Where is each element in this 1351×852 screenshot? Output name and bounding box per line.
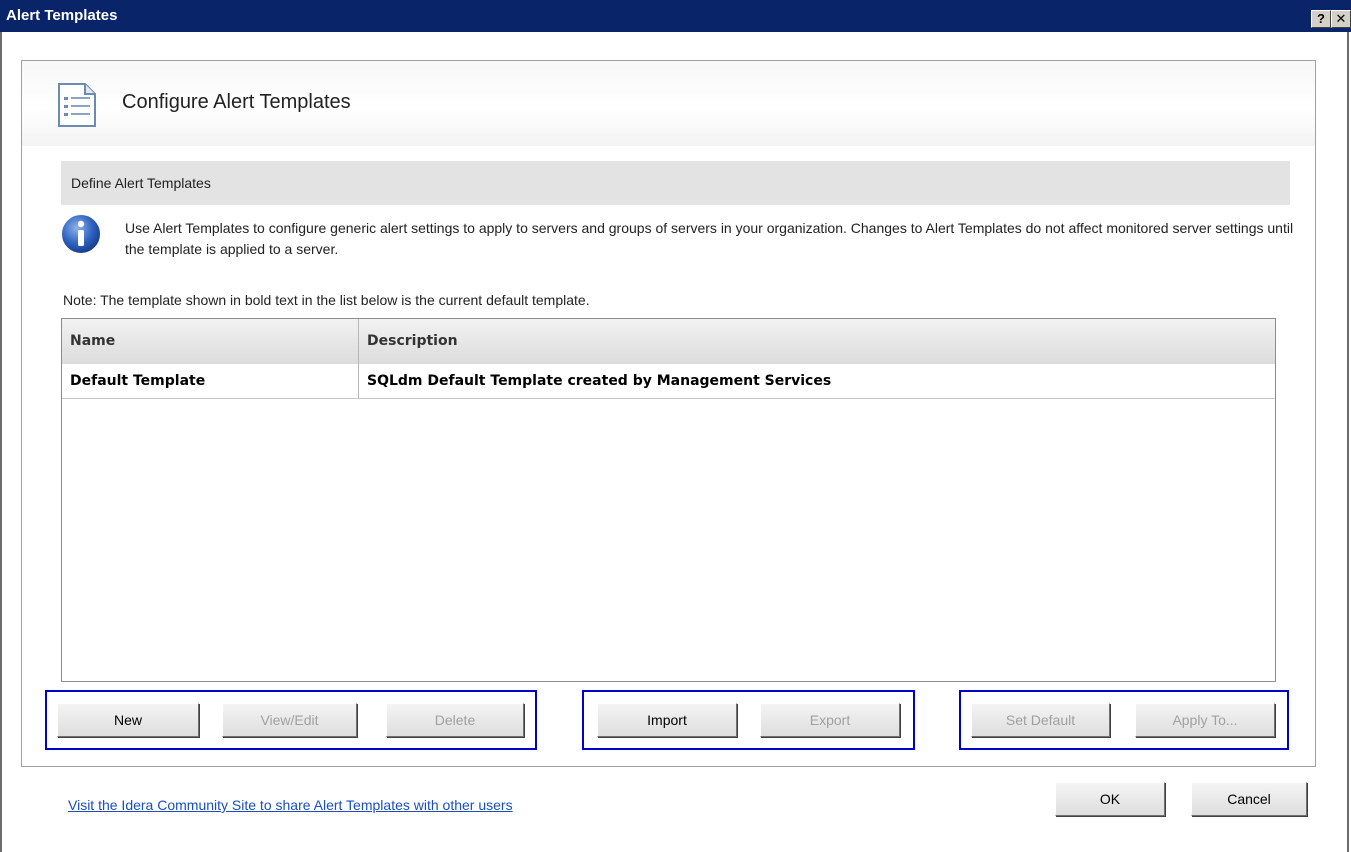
main-panel: Configure Alert Templates Define Alert T… xyxy=(21,60,1316,767)
export-button[interactable]: Export xyxy=(760,703,900,737)
apply-to-button[interactable]: Apply To... xyxy=(1135,703,1275,737)
community-site-link[interactable]: Visit the Idera Community Site to share … xyxy=(68,797,513,813)
set-default-button[interactable]: Set Default xyxy=(971,703,1110,737)
header-band: Configure Alert Templates xyxy=(22,61,1315,146)
view-edit-button[interactable]: View/Edit xyxy=(222,703,357,737)
row-description-cell: SQLdm Default Template created by Manage… xyxy=(367,373,832,389)
column-header-description[interactable]: Description xyxy=(359,319,1275,364)
new-button[interactable]: New xyxy=(57,703,199,737)
help-button[interactable]: ? xyxy=(1311,10,1331,28)
import-button[interactable]: Import xyxy=(597,703,737,737)
close-button[interactable]: ✕ xyxy=(1331,10,1351,28)
table-header: Name Description xyxy=(62,319,1275,365)
window-title: Alert Templates xyxy=(6,7,118,24)
column-header-name[interactable]: Name xyxy=(62,319,359,364)
table-row[interactable]: Default Template SQLdm Default Template … xyxy=(62,364,1275,399)
info-text: Use Alert Templates to configure generic… xyxy=(125,220,1294,257)
default-template-note: Note: The template shown in bold text in… xyxy=(63,292,590,308)
document-list-icon xyxy=(58,83,96,127)
section-band: Define Alert Templates xyxy=(61,161,1290,205)
row-name-cell: Default Template xyxy=(62,364,359,398)
cancel-button[interactable]: Cancel xyxy=(1191,782,1307,816)
delete-button[interactable]: Delete xyxy=(386,703,524,737)
templates-table: Name Description Default Template SQLdm … xyxy=(61,318,1276,682)
ok-button[interactable]: OK xyxy=(1055,782,1165,816)
section-label: Define Alert Templates xyxy=(71,175,211,191)
window-titlebar: Alert Templates ? ✕ xyxy=(0,0,1351,32)
info-icon xyxy=(60,213,102,255)
header-title: Configure Alert Templates xyxy=(122,91,351,113)
